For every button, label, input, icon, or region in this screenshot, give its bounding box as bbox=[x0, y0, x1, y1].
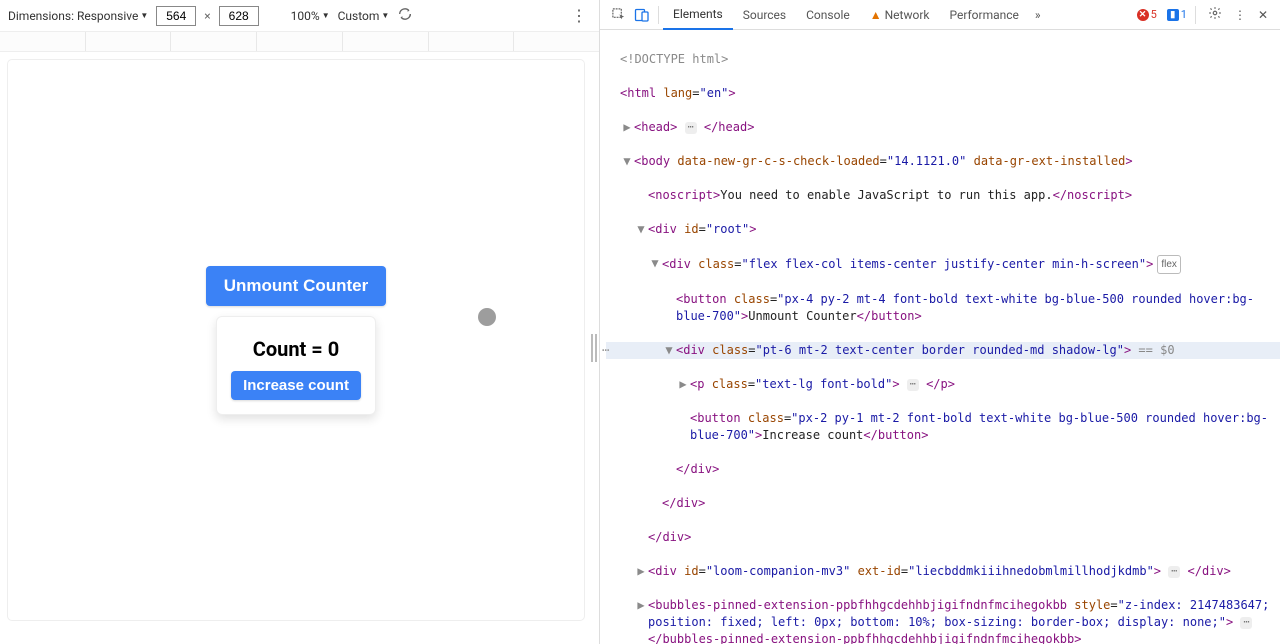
resize-handle[interactable] bbox=[591, 334, 597, 362]
inspect-icon[interactable] bbox=[606, 7, 630, 22]
elements-tree[interactable]: <!DOCTYPE html> <html lang="en"> ▶<head>… bbox=[600, 30, 1280, 644]
chevron-down-icon: ▼ bbox=[140, 11, 148, 20]
dimensions-label: Dimensions: Responsive bbox=[8, 9, 138, 23]
count-text: Count = 0 bbox=[231, 337, 361, 361]
twist-icon[interactable]: ▶ bbox=[636, 563, 646, 580]
devtools-tabbar: Elements Sources Console ▲Network Perfor… bbox=[600, 0, 1280, 30]
dom-doctype: <!DOCTYPE html> bbox=[620, 52, 728, 66]
touch-cursor-icon bbox=[478, 308, 496, 326]
twist-icon[interactable]: ▶ bbox=[636, 597, 646, 614]
error-badge[interactable]: ✕5 bbox=[1135, 8, 1159, 21]
device-frame: Unmount Counter Count = 0 Increase count bbox=[8, 60, 584, 620]
device-preview-pane: Dimensions: Responsive ▼ × 100% ▼ Custom… bbox=[0, 0, 600, 644]
twist-icon[interactable]: ▼ bbox=[650, 255, 660, 272]
unmount-counter-button[interactable]: Unmount Counter bbox=[206, 266, 386, 306]
app-root: Unmount Counter Count = 0 Increase count bbox=[8, 60, 584, 620]
ruler bbox=[0, 32, 599, 52]
tab-network[interactable]: ▲Network bbox=[860, 0, 940, 30]
twist-icon[interactable]: ▼ bbox=[622, 153, 632, 170]
throttle-dropdown[interactable]: Custom ▼ bbox=[338, 9, 390, 23]
info-badge[interactable]: ▮1 bbox=[1165, 8, 1189, 21]
twist-icon[interactable]: ▼ bbox=[636, 221, 646, 238]
flex-badge[interactable]: flex bbox=[1157, 255, 1181, 274]
height-input[interactable] bbox=[219, 6, 259, 26]
dimensions-dropdown[interactable]: Dimensions: Responsive ▼ bbox=[8, 9, 148, 23]
ellipsis-icon[interactable]: ⋯ bbox=[907, 379, 919, 391]
twist-icon[interactable]: ▶ bbox=[622, 119, 632, 136]
device-toolbar: Dimensions: Responsive ▼ × 100% ▼ Custom… bbox=[0, 0, 599, 32]
warning-icon: ▲ bbox=[870, 8, 882, 22]
tabs-overflow[interactable]: » bbox=[1029, 8, 1047, 22]
tab-console[interactable]: Console bbox=[796, 0, 860, 30]
settings-icon[interactable] bbox=[1202, 6, 1228, 23]
selected-dom-node[interactable]: ▼<div class="pt-6 mt-2 text-center borde… bbox=[606, 342, 1280, 359]
info-icon: ▮ bbox=[1167, 9, 1179, 21]
chevron-down-icon: ▼ bbox=[381, 11, 389, 20]
device-toggle-icon[interactable] bbox=[630, 7, 654, 23]
zoom-label: 100% bbox=[291, 9, 320, 23]
viewport-area: Unmount Counter Count = 0 Increase count bbox=[0, 52, 599, 644]
tab-performance[interactable]: Performance bbox=[939, 0, 1028, 30]
tab-elements[interactable]: Elements bbox=[663, 0, 733, 30]
close-icon[interactable]: ✕ bbox=[1252, 8, 1274, 22]
error-icon: ✕ bbox=[1137, 9, 1149, 21]
dimension-separator: × bbox=[204, 9, 210, 23]
width-input[interactable] bbox=[156, 6, 196, 26]
ellipsis-icon[interactable]: ⋯ bbox=[1240, 617, 1252, 629]
tab-sources[interactable]: Sources bbox=[733, 0, 796, 30]
rotate-icon[interactable] bbox=[397, 6, 413, 25]
devtools-pane: Elements Sources Console ▲Network Perfor… bbox=[600, 0, 1280, 644]
increase-count-button[interactable]: Increase count bbox=[231, 371, 361, 400]
devtools-menu[interactable]: ⋮ bbox=[1228, 8, 1252, 22]
ellipsis-icon[interactable]: ⋯ bbox=[685, 122, 697, 134]
dollar-zero: == $0 bbox=[1131, 343, 1174, 357]
ellipsis-icon[interactable]: ⋯ bbox=[1168, 566, 1180, 578]
device-toolbar-menu[interactable]: ⋮ bbox=[567, 8, 591, 24]
twist-icon[interactable]: ▶ bbox=[678, 376, 688, 393]
chevron-down-icon: ▼ bbox=[322, 11, 330, 20]
twist-icon[interactable]: ▼ bbox=[664, 342, 674, 359]
counter-card: Count = 0 Increase count bbox=[216, 316, 376, 415]
zoom-dropdown[interactable]: 100% ▼ bbox=[291, 9, 330, 23]
throttle-label: Custom bbox=[338, 9, 380, 23]
